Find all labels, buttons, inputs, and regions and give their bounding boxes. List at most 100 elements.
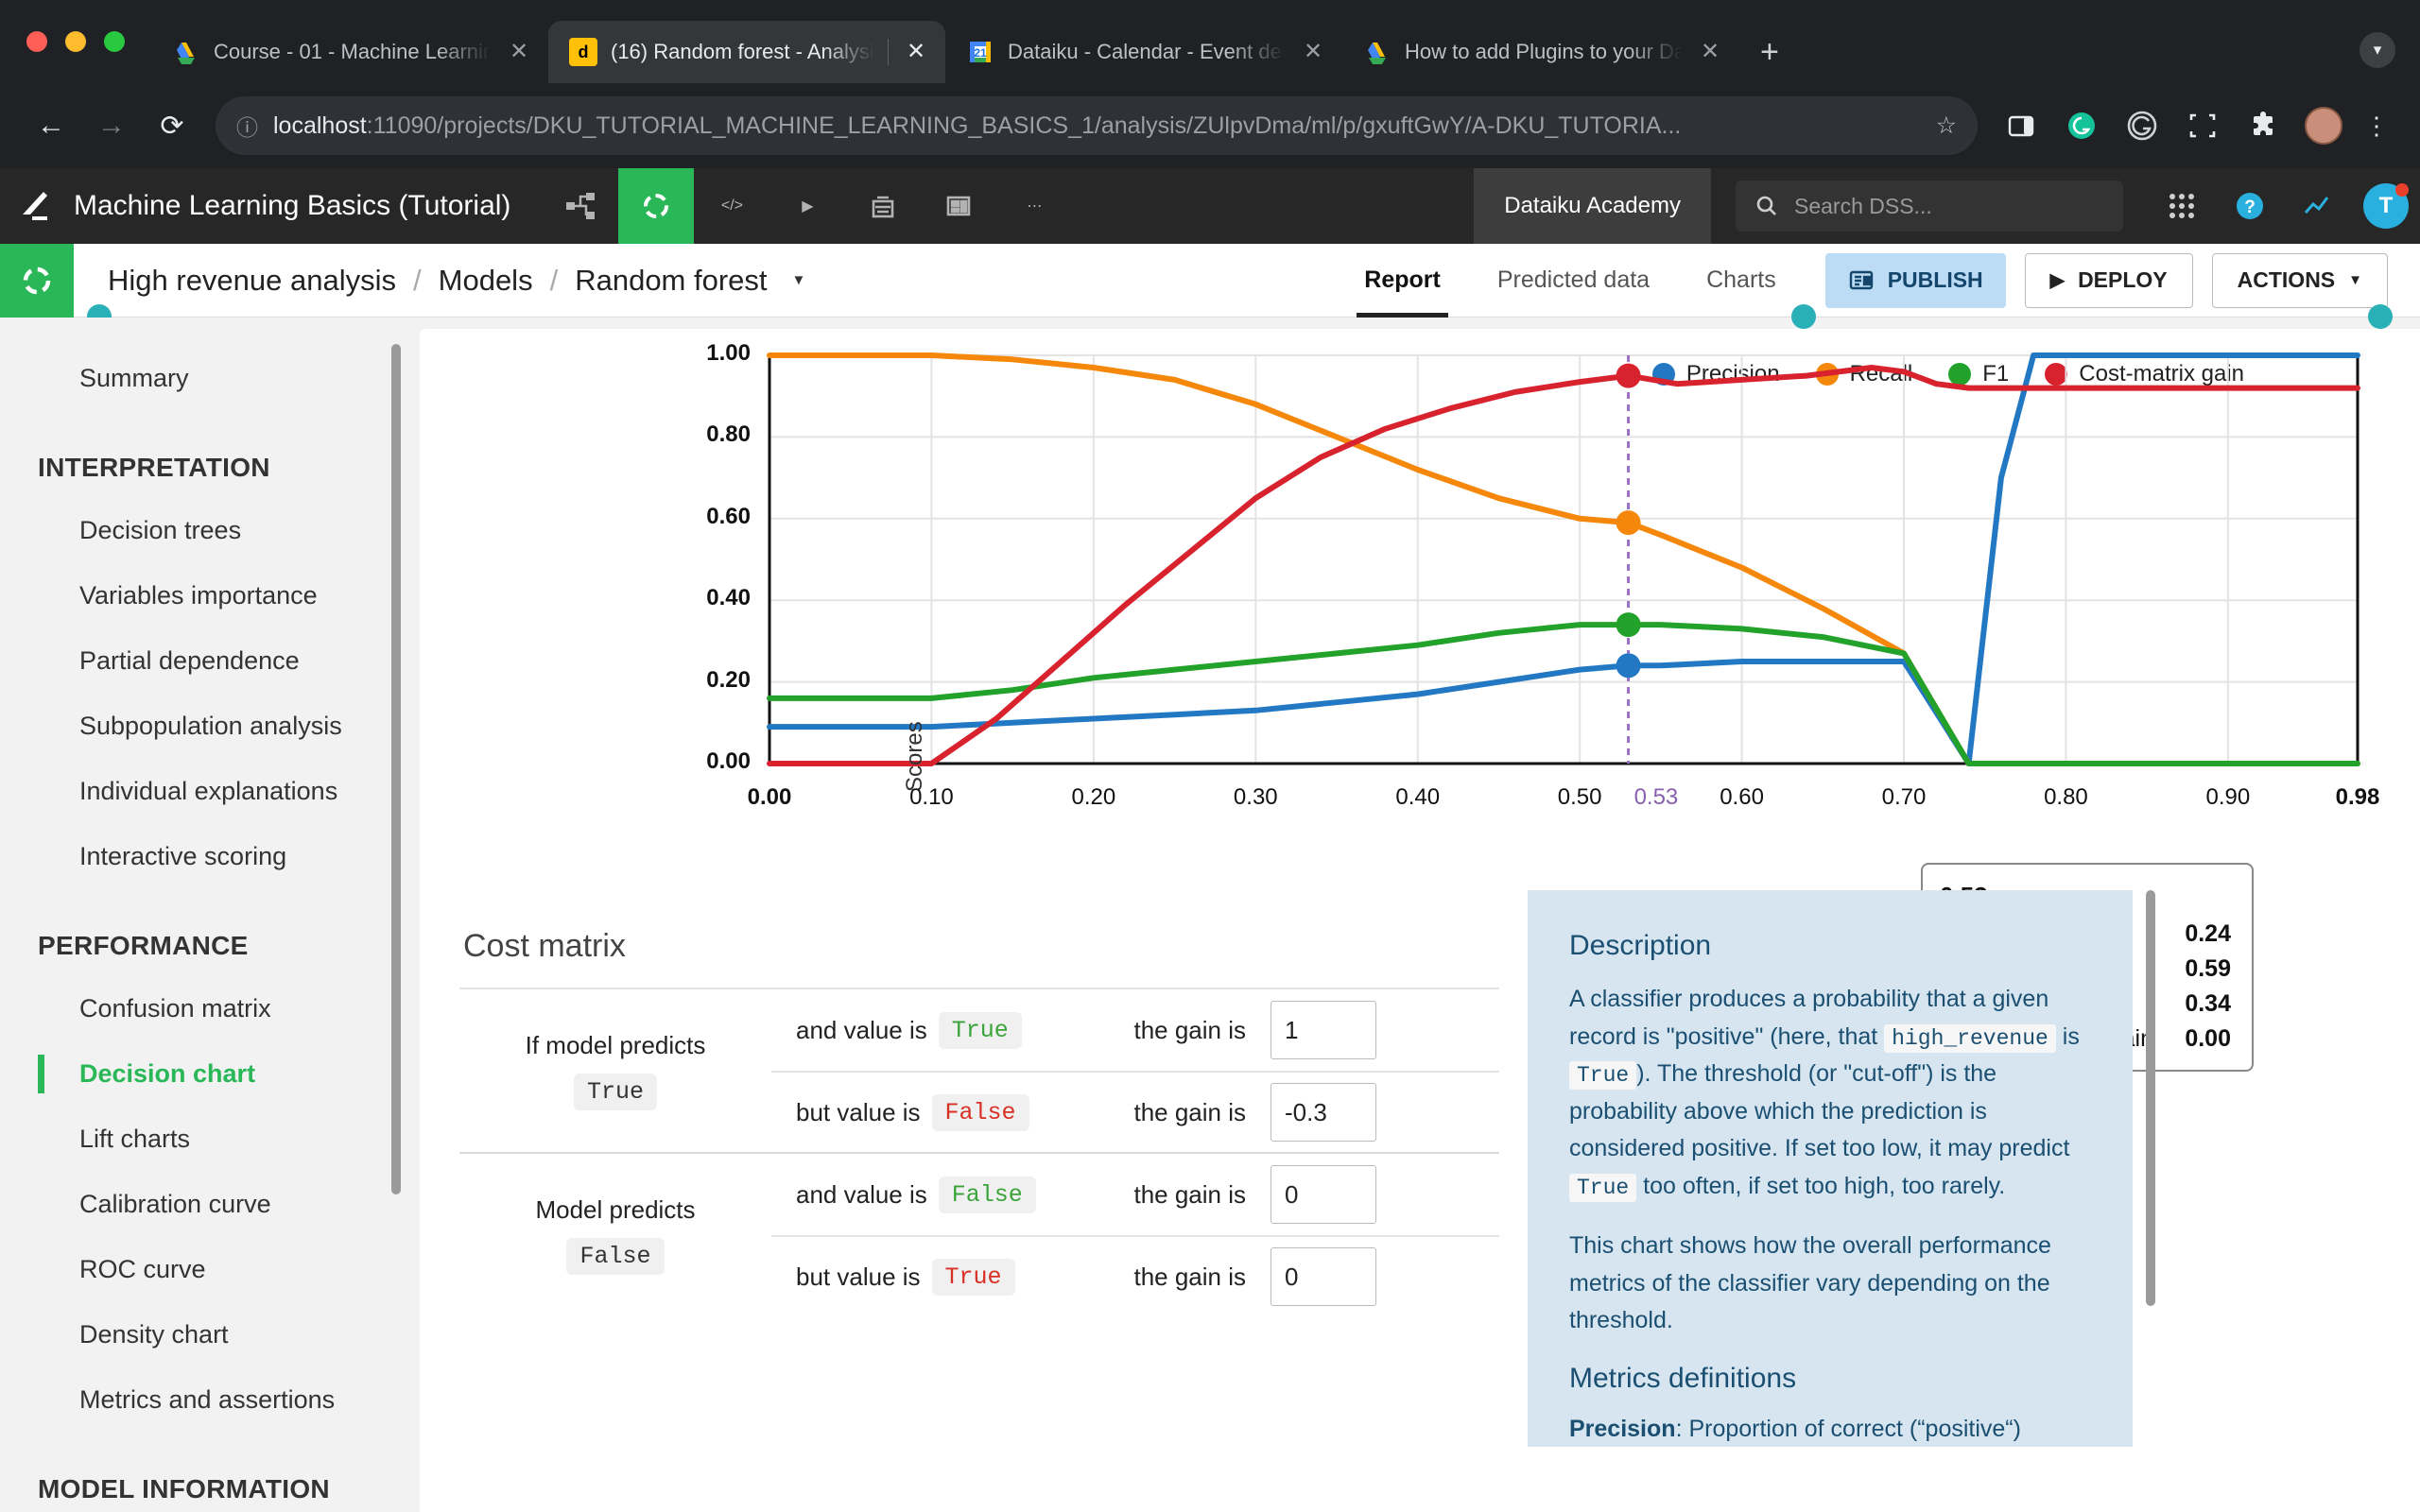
gain-input[interactable]: 0 [1270,1165,1376,1224]
browser-tab-2[interactable]: d (16) Random forest - Analysis | ✕ [548,21,945,83]
tab-title: Course - 01 - Machine Learning [214,40,492,63]
browser-tab-3[interactable]: 21 Dataiku - Calendar - Event deta ✕ [945,21,1342,83]
maximize-window-button[interactable] [104,31,125,52]
row-gain: the gain is 0 [1133,1247,1499,1306]
breadcrumb-models[interactable]: Models [439,264,533,298]
user-avatar[interactable]: T [2352,168,2420,244]
jobs-icon[interactable] [845,168,921,244]
tab-strip: Course - 01 - Machine Learning ✕ d (16) … [0,0,2420,83]
sidebar-item-individual-explanations[interactable]: Individual explanations [0,759,408,824]
address-bar[interactable]: ⓘ localhost:11090/projects/DKU_TUTORIAL_… [216,96,1978,155]
description-paragraph-1: A classifier produces a probability that… [1569,981,2091,1205]
breadcrumb-analysis[interactable]: High revenue analysis [108,264,396,298]
cost-matrix-rows: and value is False the gain is 0 but val… [771,1154,1499,1316]
browser-tab-1[interactable]: Course - 01 - Machine Learning ✕ [151,21,548,83]
flow-icon[interactable] [543,168,618,244]
tab-predicted-data[interactable]: Predicted data [1469,244,1678,318]
onboarding-hint-dot-right[interactable] [2368,304,2393,329]
code-icon[interactable]: </> [694,168,769,244]
tab-title: How to add Plugins to your Dat [1405,40,1683,63]
sidepanel-icon[interactable] [1995,99,2048,152]
extensions-puzzle-icon[interactable] [2237,99,2290,152]
sidebar-item-calibration-curve[interactable]: Calibration curve [0,1172,408,1237]
y-tick: 1.00 [706,340,751,366]
x-tick: 0.40 [1395,784,1441,810]
deploy-button[interactable]: ▶ DEPLOY [2024,252,2193,308]
dss-top-bar: Machine Learning Basics (Tutorial) </> ▶… [0,168,2420,244]
gain-input[interactable]: 1 [1270,1001,1376,1059]
cost-matrix-block-label: Model predicts False [459,1154,771,1316]
cost-matrix-row: and value is True the gain is 1 [771,989,1499,1071]
sidebar-item-summary[interactable]: Summary [0,346,408,411]
chevron-down-icon[interactable]: ▾ [2360,32,2395,68]
search-input[interactable]: Search DSS... [1736,180,2123,232]
dashboards-icon[interactable] [921,168,996,244]
avatar[interactable] [2297,99,2350,152]
desc-p1-d: too often, if set too high, too rarely. [1636,1172,2006,1199]
monitoring-icon[interactable] [2284,168,2352,244]
sidebar-item-density-chart[interactable]: Density chart [0,1302,408,1367]
onboarding-hint-dot-left[interactable] [1791,304,1816,329]
new-tab-button[interactable]: + [1739,36,1800,68]
academy-button[interactable]: Dataiku Academy [1474,168,1711,244]
sidebar-item-variables-importance[interactable]: Variables importance [0,563,408,628]
sidebar-item-decision-trees[interactable]: Decision trees [0,498,408,563]
sidebar-scrollbar[interactable] [391,344,401,1194]
main-area: Summary INTERPRETATION Decision trees Va… [0,318,2420,1512]
notification-badge [2395,183,2409,197]
close-window-button[interactable] [26,31,47,52]
sidebar-item-subpopulation-analysis[interactable]: Subpopulation analysis [0,694,408,759]
close-tab-icon[interactable]: ✕ [902,41,930,63]
chevron-down-icon[interactable]: ▼ [792,272,806,288]
gain-text: the gain is [1133,1262,1246,1291]
sidebar-item-metrics-and-assertions[interactable]: Metrics and assertions [0,1367,408,1433]
sidebar-item-decision-chart[interactable]: Decision chart [0,1041,408,1107]
close-tab-icon[interactable]: ✕ [505,41,533,63]
breadcrumb-model[interactable]: Random forest [575,264,767,298]
window-controls[interactable] [26,0,151,83]
close-tab-icon[interactable]: ✕ [1696,41,1724,63]
description-scrollbar[interactable] [2146,890,2155,1306]
sidebar-item-lift-charts[interactable]: Lift charts [0,1107,408,1172]
run-icon[interactable]: ▶ [769,168,845,244]
grammarly-g-icon[interactable] [2116,99,2169,152]
row-gain: the gain is -0.3 [1133,1083,1499,1142]
description-paragraph-2: This chart shows how the overall perform… [1569,1232,2051,1333]
more-icon[interactable]: ⋯ [996,168,1072,244]
actions-button[interactable]: ACTIONS ▼ [2211,252,2388,308]
row-gain: the gain is 0 [1133,1165,1499,1224]
chrome-menu-icon[interactable]: ⋮ [2358,112,2395,141]
publish-button[interactable]: PUBLISH [1824,252,2006,308]
site-info-icon[interactable]: ⓘ [236,110,258,142]
grammarly-extension-icon[interactable] [2055,99,2108,152]
lab-icon[interactable] [618,168,695,244]
apps-grid-icon[interactable] [2148,168,2216,244]
project-title[interactable]: Machine Learning Basics (Tutorial) [74,190,543,222]
help-icon[interactable]: ? [2216,168,2284,244]
tab-title: (16) Random forest - Analysis | [611,40,874,63]
back-icon[interactable]: ← [25,99,78,152]
sidebar-item-interactive-scoring[interactable]: Interactive scoring [0,824,408,889]
analysis-icon[interactable] [0,243,74,318]
tab-charts[interactable]: Charts [1678,244,1805,318]
model-tabs: Report Predicted data Charts PUBLISH ▶ D… [1336,244,2420,318]
minimize-window-button[interactable] [65,31,86,52]
y-tick: 0.40 [706,585,751,611]
gain-input[interactable]: 0 [1270,1247,1376,1306]
bookmark-star-icon[interactable]: ☆ [1936,112,1957,140]
reload-icon[interactable]: ⟳ [146,99,199,152]
sidebar-item-roc-curve[interactable]: ROC curve [0,1237,408,1302]
screen-capture-icon[interactable] [2176,99,2229,152]
sidebar-item-partial-dependence[interactable]: Partial dependence [0,628,408,694]
google-drive-icon [172,38,200,66]
sidebar-item-confusion-matrix[interactable]: Confusion matrix [0,976,408,1041]
gain-input[interactable]: -0.3 [1270,1083,1376,1142]
dataiku-logo-icon[interactable] [0,186,74,226]
cost-matrix-row: but value is True the gain is 0 [771,1235,1499,1316]
browser-tab-4[interactable]: How to add Plugins to your Dat ✕ [1342,21,1739,83]
close-tab-icon[interactable]: ✕ [1299,41,1327,63]
forward-icon[interactable]: → [85,99,138,152]
tab-report[interactable]: Report [1336,244,1469,318]
url-bar-row: ← → ⟳ ⓘ localhost:11090/projects/DKU_TUT… [0,83,2420,168]
breadcrumb-separator: / [549,263,559,297]
